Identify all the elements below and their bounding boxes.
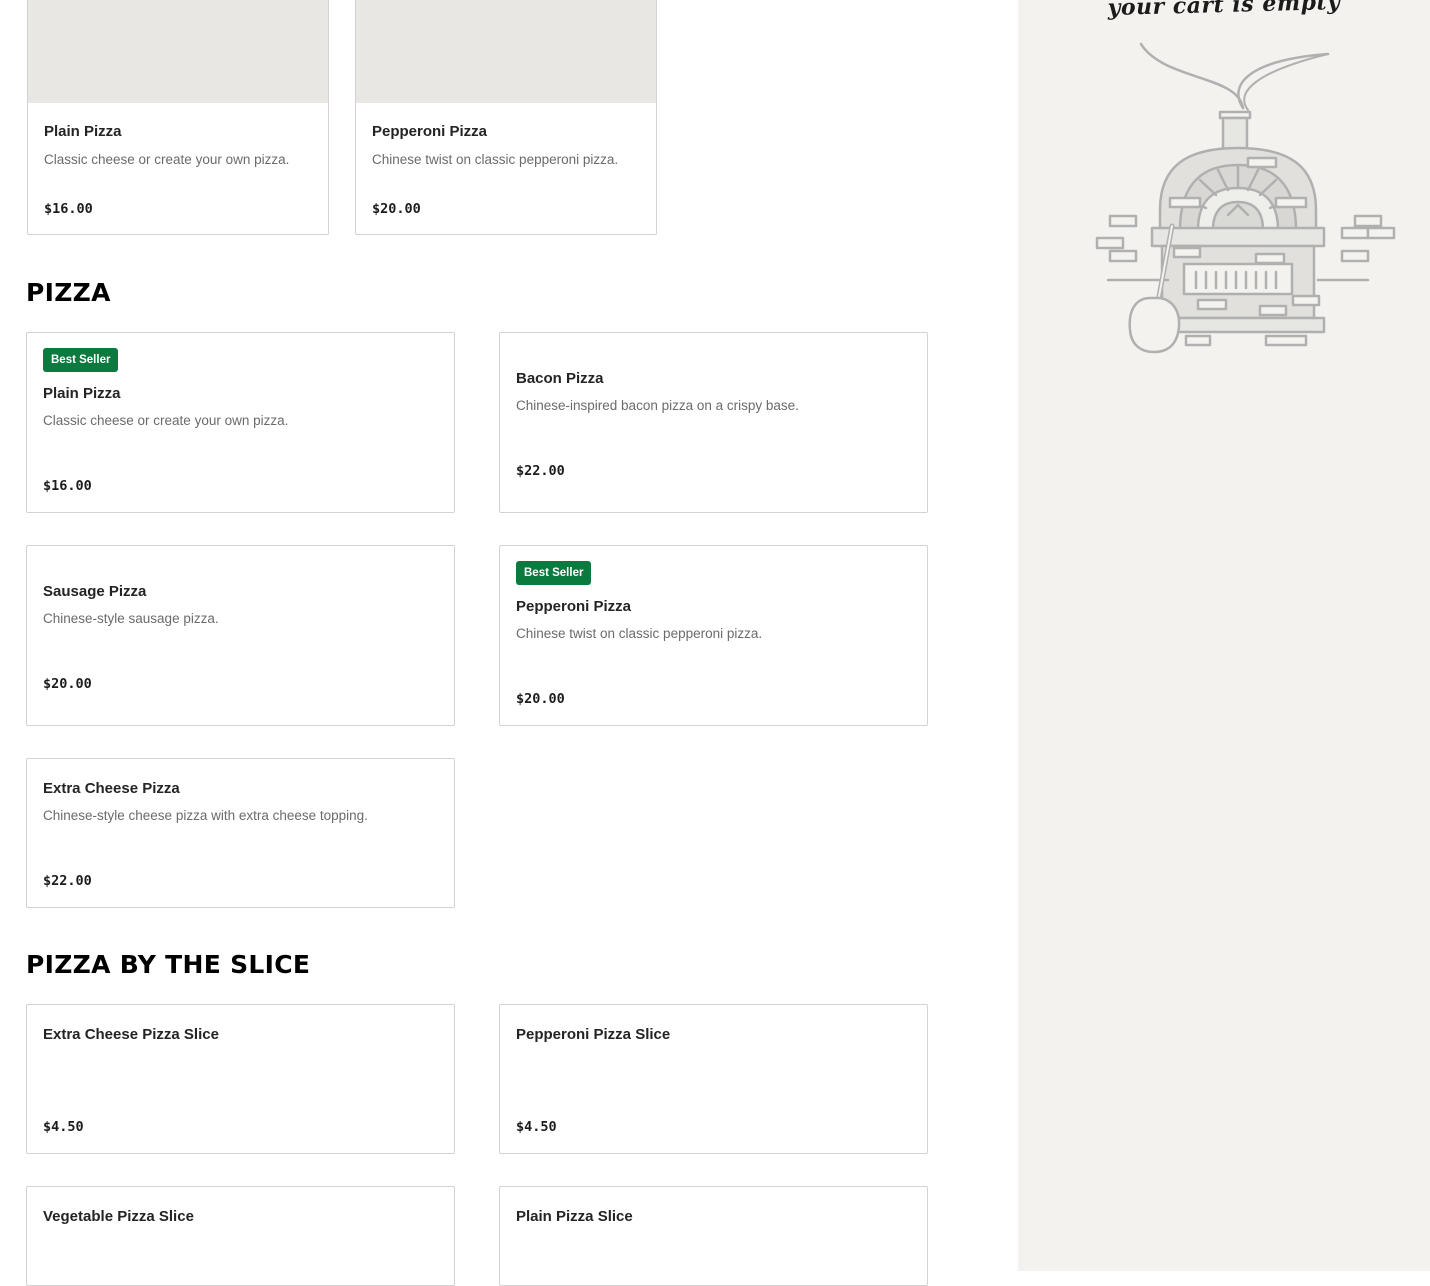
item-description: Chinese-style sausage pizza. bbox=[43, 611, 219, 626]
item-name: Bacon Pizza bbox=[516, 370, 604, 387]
menu-item-pepperoni-pizza-slice[interactable]: Pepperoni Pizza Slice $4.50 bbox=[499, 1004, 928, 1154]
pizza-oven-illustration bbox=[1095, 42, 1396, 354]
item-price: $22.00 bbox=[516, 463, 565, 479]
item-image-placeholder bbox=[28, 0, 328, 103]
menu-item-sausage-pizza[interactable]: Sausage Pizza Chinese-style sausage pizz… bbox=[26, 545, 455, 726]
item-price: $20.00 bbox=[516, 691, 565, 707]
item-name: Plain Pizza bbox=[43, 385, 121, 402]
section-title-pizza-by-the-slice: PIZZA BY THE SLICE bbox=[26, 950, 311, 979]
item-description: Chinese twist on classic pepperoni pizza… bbox=[372, 152, 619, 167]
item-description: Classic cheese or create your own pizza. bbox=[43, 413, 289, 428]
item-name: Plain Pizza bbox=[44, 123, 122, 140]
item-name: Pepperoni Pizza bbox=[372, 123, 488, 140]
item-description: Chinese-style cheese pizza with extra ch… bbox=[43, 808, 368, 823]
item-name: Extra Cheese Pizza Slice bbox=[43, 1026, 219, 1043]
item-name: Pepperoni Pizza bbox=[516, 598, 632, 615]
item-name: Extra Cheese Pizza bbox=[43, 780, 180, 797]
item-name: Plain Pizza Slice bbox=[516, 1208, 633, 1225]
item-description: Classic cheese or create your own pizza. bbox=[44, 152, 290, 167]
item-price: $16.00 bbox=[44, 201, 93, 217]
menu-item-bacon-pizza[interactable]: Bacon Pizza Chinese-inspired bacon pizza… bbox=[499, 332, 928, 513]
item-description: Chinese-inspired bacon pizza on a crispy… bbox=[516, 398, 799, 413]
best-seller-badge: Best Seller bbox=[43, 348, 119, 372]
menu-item-vegetable-pizza-slice[interactable]: Vegetable Pizza Slice bbox=[26, 1186, 455, 1286]
featured-item-pepperoni-pizza[interactable]: Pepperoni Pizza Chinese twist on classic… bbox=[355, 0, 657, 235]
menu-item-extra-cheese-pizza[interactable]: Extra Cheese Pizza Chinese-style cheese … bbox=[26, 758, 455, 908]
menu-item-plain-pizza-slice[interactable]: Plain Pizza Slice bbox=[499, 1186, 928, 1286]
item-name: Pepperoni Pizza Slice bbox=[516, 1026, 671, 1043]
item-price: $22.00 bbox=[43, 873, 92, 889]
menu-area: Plain Pizza Classic cheese or create you… bbox=[0, 0, 1018, 1286]
item-price: $4.50 bbox=[43, 1119, 84, 1135]
item-price: $16.00 bbox=[43, 478, 92, 494]
cart-panel: your cart is empty bbox=[1018, 0, 1430, 1271]
item-price: $20.00 bbox=[43, 676, 92, 692]
item-price: $20.00 bbox=[372, 201, 421, 217]
menu-item-plain-pizza[interactable]: Best Seller Plain Pizza Classic cheese o… bbox=[26, 332, 455, 513]
menu-item-pepperoni-pizza[interactable]: Best Seller Pepperoni Pizza Chinese twis… bbox=[499, 545, 928, 726]
item-description: Chinese twist on classic pepperoni pizza… bbox=[516, 626, 763, 641]
featured-item-plain-pizza[interactable]: Plain Pizza Classic cheese or create you… bbox=[27, 0, 329, 235]
section-title-pizza: PIZZA bbox=[26, 278, 111, 307]
menu-item-extra-cheese-pizza-slice[interactable]: Extra Cheese Pizza Slice $4.50 bbox=[26, 1004, 455, 1154]
item-name: Vegetable Pizza Slice bbox=[43, 1208, 194, 1225]
item-image-placeholder bbox=[356, 0, 656, 103]
item-name: Sausage Pizza bbox=[43, 583, 147, 600]
best-seller-badge: Best Seller bbox=[516, 561, 592, 585]
item-price: $4.50 bbox=[516, 1119, 557, 1135]
cart-empty-text: your cart is empty bbox=[1107, 0, 1341, 22]
